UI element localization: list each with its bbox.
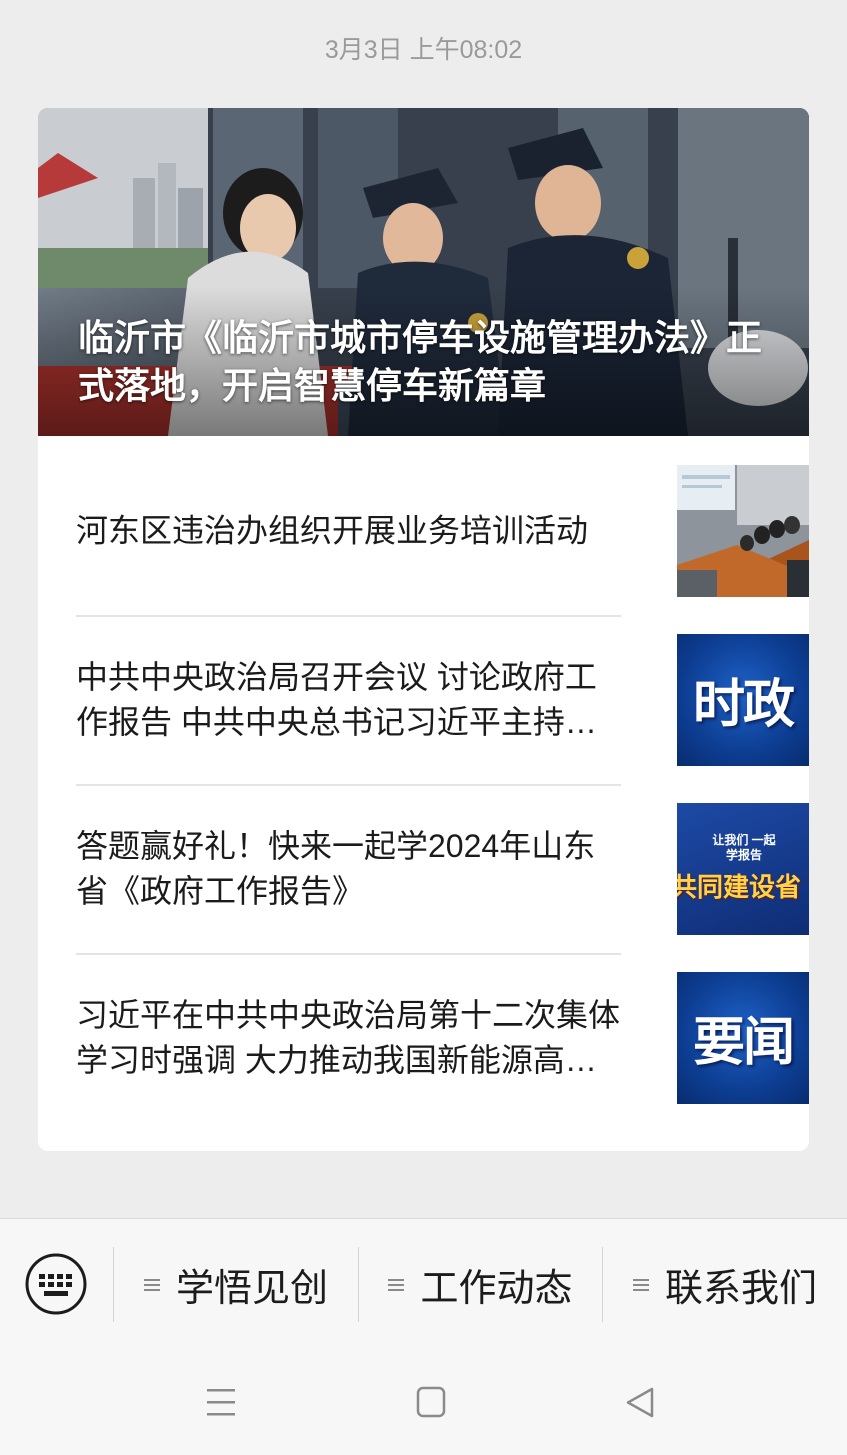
hero-article[interactable]: 临沂市《临沂市城市停车设施管理办法》正式落地，开启智慧停车新篇章 (38, 108, 809, 436)
menu-item-lianxi-women[interactable]: 联系我们 (603, 1247, 847, 1322)
thumbnail-caption: 让我们 一起学报告 (712, 832, 776, 862)
menu-item-xuewu-jianchuang[interactable]: 学悟见创 (114, 1247, 358, 1322)
article-thumbnail: 让我们 一起学报告 共同建设省 (677, 802, 809, 935)
article-title: 答题赢好礼！快来一起学2024年山东省《政府工作报告》 (76, 827, 596, 909)
menu-item-gongzuo-dongtai[interactable]: 工作动态 (359, 1247, 602, 1322)
menu-lines-icon (143, 1278, 160, 1291)
message-timestamp: 3月3日 上午08:02 (324, 36, 523, 64)
official-account-menu-bar: 学悟见创 工作动态 联系我们 (0, 1218, 847, 1353)
list-item[interactable]: 河东区违治办组织开展业务培训活动 (76, 446, 809, 615)
thumbnail-label: 要闻 (692, 1012, 795, 1073)
hero-title: 临沂市《临沂市城市停车设施管理办法》正式落地，开启智慧停车新篇章 (78, 317, 763, 406)
article-list: 河东区违治办组织开展业务培训活动 中共中央政治局召开会议 讨论政府工作报告 中共… (76, 446, 809, 1122)
menu-item-label: 学悟见创 (175, 1268, 328, 1310)
menu-lines-icon (632, 1278, 649, 1291)
hamburger-icon (207, 1389, 235, 1416)
list-divider (76, 784, 621, 786)
article-thumbnail (677, 464, 809, 597)
list-item[interactable]: 中共中央政治局召开会议 讨论政府工作报告 中共中央总书记习近平主持会议 时政 (76, 615, 809, 784)
training-photo (677, 464, 809, 597)
article-title: 习近平在中共中央政治局第十二次集体学习时强调 大力推动我国新能源高质量发展 (76, 996, 621, 1078)
thumbnail-headline: 共同建设省 (677, 872, 802, 903)
list-divider (76, 953, 621, 955)
menu-item-label: 联系我们 (664, 1268, 817, 1310)
keyboard-icon (25, 1253, 87, 1315)
nav-home-button[interactable] (411, 1385, 451, 1421)
menu-lines-icon (388, 1278, 405, 1291)
article-thumbnail: 时政 (677, 633, 809, 766)
menu-item-label: 工作动态 (420, 1268, 573, 1310)
article-title: 中共中央政治局召开会议 讨论政府工作报告 中共中央总书记习近平主持会议 (76, 658, 597, 740)
nav-back-button[interactable] (621, 1385, 661, 1421)
list-item[interactable]: 习近平在中共中央政治局第十二次集体学习时强调 大力推动我国新能源高质量发展 要闻 (76, 953, 809, 1122)
system-navigation-bar (0, 1352, 847, 1455)
article-title: 河东区违治办组织开展业务培训活动 (76, 512, 589, 548)
square-home-icon (416, 1386, 446, 1418)
list-item[interactable]: 答题赢好礼！快来一起学2024年山东省《政府工作报告》 让我们 一起学报告 共同… (76, 784, 809, 953)
article-thumbnail: 要闻 (677, 971, 809, 1104)
list-divider (76, 615, 621, 617)
keyboard-toggle-button[interactable] (24, 1252, 88, 1316)
nav-menu-button[interactable] (201, 1385, 241, 1421)
article-card: 临沂市《临沂市城市停车设施管理办法》正式落地，开启智慧停车新篇章 河东区违治办组… (38, 108, 809, 1151)
thumbnail-label: 时政 (692, 674, 795, 735)
triangle-back-icon (626, 1387, 654, 1418)
